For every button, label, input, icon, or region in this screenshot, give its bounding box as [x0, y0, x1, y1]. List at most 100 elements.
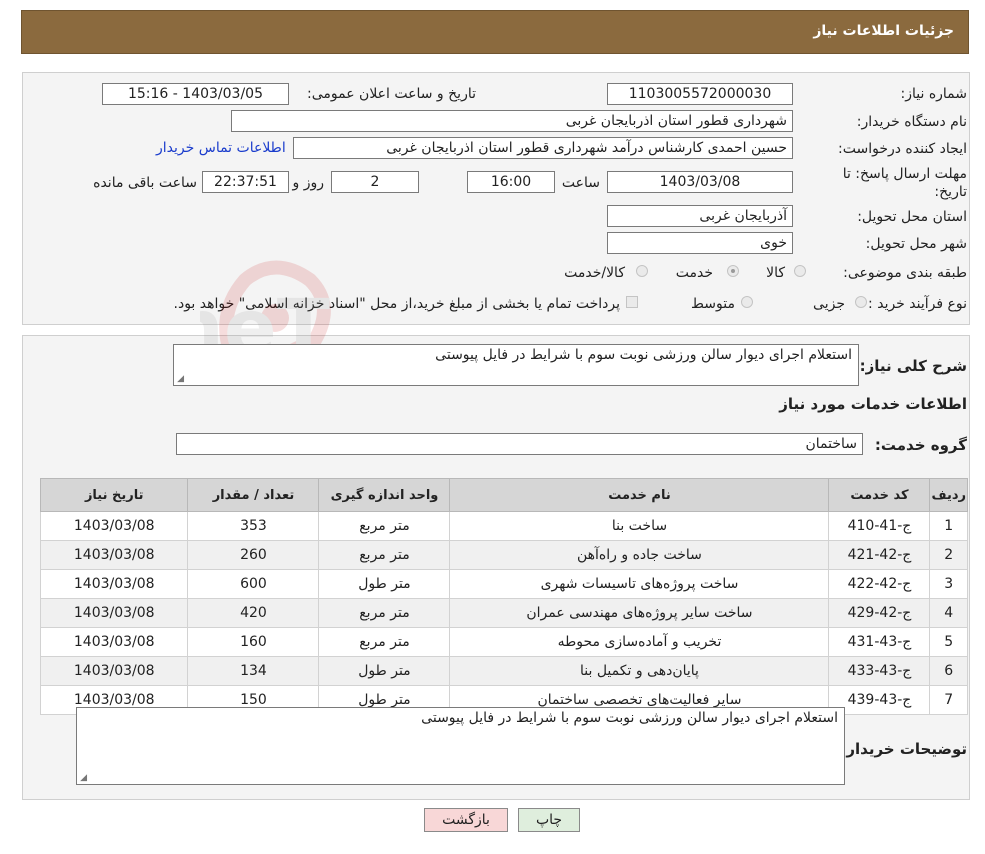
services-section-title: اطلاعات خدمات مورد نیاز: [779, 395, 967, 413]
services-table: ردیف کد خدمت نام خدمت واحد اندازه گیری ت…: [39, 478, 968, 715]
process-medium-radio[interactable]: [741, 296, 753, 308]
cell-unit: متر مربع: [318, 540, 451, 570]
cell-quantity: 260: [187, 540, 320, 570]
creator-field: حسین احمدی کارشناس درآمد شهرداری قطور اس…: [293, 137, 793, 159]
cell-need-date: 1403/03/08: [39, 511, 189, 541]
days-field: 2: [331, 171, 419, 193]
cell-unit: متر مربع: [318, 598, 451, 628]
cell-unit: متر مربع: [318, 511, 451, 541]
col-unit: واحد اندازه گیری: [318, 478, 451, 512]
table-row: 2 ج-42-421 ساخت جاده و راه‌آهن متر مربع …: [39, 540, 968, 570]
category-service-label: خدمت: [675, 265, 713, 281]
remaining-time-field: 22:37:51: [202, 171, 289, 193]
table-row: 3 ج-42-422 ساخت پروژه‌های تاسیسات شهری م…: [39, 569, 968, 599]
cell-service-name: پایان‌دهی و تکمیل بنا: [449, 656, 830, 686]
resize-grip-icon[interactable]: ◢: [79, 774, 87, 783]
treasury-payment-checkbox[interactable]: [626, 296, 638, 308]
col-service-name: نام خدمت: [449, 478, 830, 512]
category-goods-label: کالا: [766, 265, 785, 281]
cell-row-number: 4: [929, 598, 968, 628]
cell-quantity: 134: [187, 656, 320, 686]
cell-quantity: 353: [187, 511, 320, 541]
need-number-field: 1103005572000030: [607, 83, 793, 105]
table-row: 4 ج-42-429 ساخت سایر پروژه‌های مهندسی عم…: [39, 598, 968, 628]
cell-service-code: ج-43-431: [828, 627, 931, 657]
category-goods-service-label: کالا/خدمت: [564, 265, 625, 281]
days-label: روز و: [292, 175, 325, 191]
page-header: جزئیات اطلاعات نیاز: [21, 10, 969, 54]
cell-quantity: 600: [187, 569, 320, 599]
cell-row-number: 2: [929, 540, 968, 570]
province-field: آذربایجان غربی: [607, 205, 793, 227]
back-button[interactable]: بازگشت: [424, 808, 508, 832]
cell-row-number: 3: [929, 569, 968, 599]
cell-quantity: 160: [187, 627, 320, 657]
col-quantity: تعداد / مقدار: [187, 478, 320, 512]
cell-unit: متر طول: [318, 656, 451, 686]
remaining-label: ساعت باقی مانده: [93, 175, 197, 191]
need-number-label: شماره نیاز:: [900, 86, 968, 102]
page-title: جزئیات اطلاعات نیاز: [813, 23, 954, 39]
cell-service-code: ج-42-422: [828, 569, 931, 599]
cell-row-number: 1: [929, 511, 968, 541]
deadline-time-field: 16:00: [467, 171, 555, 193]
table-header-row: ردیف کد خدمت نام خدمت واحد اندازه گیری ت…: [39, 478, 968, 512]
summary-textarea[interactable]: استعلام اجرای دیوار سالن ورزشی نوبت سوم …: [173, 344, 859, 386]
process-minor-label: جزیی: [813, 296, 845, 312]
table-row: 6 ج-43-433 پایان‌دهی و تکمیل بنا متر طول…: [39, 656, 968, 686]
cell-need-date: 1403/03/08: [39, 569, 189, 599]
cell-service-name: ساخت سایر پروژه‌های مهندسی عمران: [449, 598, 830, 628]
cell-service-code: ج-43-433: [828, 656, 931, 686]
category-goods-service-radio[interactable]: [636, 265, 648, 277]
category-service-radio[interactable]: [727, 265, 739, 277]
process-label: نوع فرآیند خرید :: [868, 296, 967, 312]
buyer-org-label: نام دستگاه خریدار:: [856, 114, 967, 130]
buyer-notes-label: توضیحات خریدار:: [840, 740, 967, 758]
announce-field: 1403/03/05 - 15:16: [102, 83, 289, 105]
province-label: استان محل تحویل:: [857, 209, 967, 225]
table-row: 5 ج-43-431 تخریب و آماده‌سازی محوطه متر …: [39, 627, 968, 657]
col-service-code: کد خدمت: [828, 478, 931, 512]
summary-label: شرح کلی نیاز:: [859, 357, 967, 375]
deadline-date-field: 1403/03/08: [607, 171, 793, 193]
cell-service-code: ج-42-421: [828, 540, 931, 570]
category-goods-radio[interactable]: [794, 265, 806, 277]
process-medium-label: متوسط: [691, 296, 735, 312]
cell-need-date: 1403/03/08: [39, 656, 189, 686]
service-group-field: ساختمان: [176, 433, 863, 455]
cell-row-number: 6: [929, 656, 968, 686]
cell-quantity: 420: [187, 598, 320, 628]
announce-label: تاریخ و ساعت اعلان عمومی:: [307, 86, 476, 102]
cell-service-code: ج-41-410: [828, 511, 931, 541]
deadline-label: مهلت ارسال پاسخ: تا تاریخ:: [842, 166, 967, 200]
table-row: 1 ج-41-410 ساخت بنا متر مربع 353 1403/03…: [39, 511, 968, 541]
cell-service-code: ج-42-429: [828, 598, 931, 628]
buyer-org-field: شهرداری قطور استان اذربایجان غربی: [231, 110, 793, 132]
cell-service-name: تخریب و آماده‌سازی محوطه: [449, 627, 830, 657]
cell-row-number: 7: [929, 685, 968, 715]
col-row-number: ردیف: [929, 478, 968, 512]
print-button[interactable]: چاپ: [518, 808, 580, 832]
process-minor-radio[interactable]: [855, 296, 867, 308]
cell-need-date: 1403/03/08: [39, 627, 189, 657]
buyer-contact-link[interactable]: اطلاعات تماس خریدار: [156, 140, 286, 156]
cell-unit: متر مربع: [318, 627, 451, 657]
summary-text: استعلام اجرای دیوار سالن ورزشی نوبت سوم …: [435, 347, 852, 363]
payment-note: پرداخت تمام یا بخشی از مبلغ خرید،از محل …: [173, 296, 620, 312]
cell-service-name: ساخت پروژه‌های تاسیسات شهری: [449, 569, 830, 599]
buyer-notes-textarea[interactable]: استعلام اجرای دیوار سالن ورزشی نوبت سوم …: [76, 707, 845, 785]
col-need-date: تاریخ نیاز: [39, 478, 189, 512]
deadline-time-label: ساعت: [561, 175, 600, 191]
cell-need-date: 1403/03/08: [39, 598, 189, 628]
cell-row-number: 5: [929, 627, 968, 657]
cell-service-name: ساخت جاده و راه‌آهن: [449, 540, 830, 570]
cell-service-name: ساخت بنا: [449, 511, 830, 541]
buyer-notes-text: استعلام اجرای دیوار سالن ورزشی نوبت سوم …: [421, 710, 838, 726]
resize-grip-icon[interactable]: ◢: [176, 375, 184, 384]
service-group-label: گروه خدمت:: [874, 436, 967, 454]
cell-unit: متر طول: [318, 569, 451, 599]
category-label: طبقه بندی موضوعی:: [843, 265, 967, 281]
city-label: شهر محل تحویل:: [865, 236, 967, 252]
creator-label: ایجاد کننده درخواست:: [838, 141, 967, 157]
city-field: خوی: [607, 232, 793, 254]
